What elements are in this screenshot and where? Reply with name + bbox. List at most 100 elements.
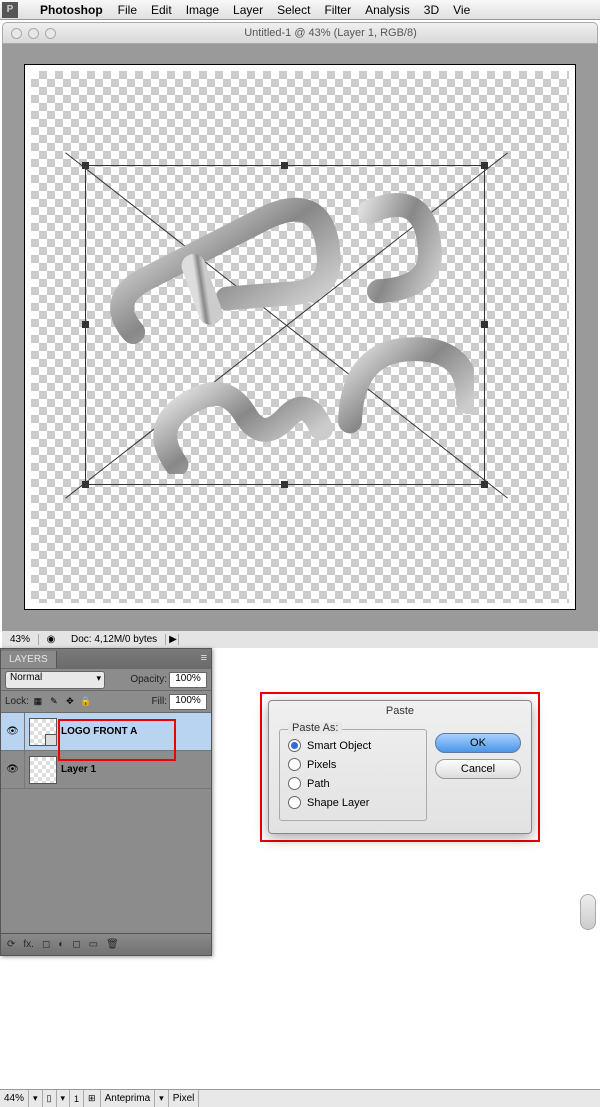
nav-step-left[interactable]: ▾ — [29, 1090, 43, 1107]
opacity-label: Opacity: — [130, 674, 167, 685]
radio-label: Smart Object — [307, 740, 371, 752]
fill-field[interactable]: 100% — [169, 694, 207, 710]
app-name[interactable]: Photoshop — [32, 3, 111, 17]
traffic-lights — [3, 28, 64, 39]
document-title: Untitled-1 @ 43% (Layer 1, RGB/8) — [64, 27, 597, 39]
ok-button[interactable]: OK — [435, 733, 521, 753]
visibility-icon[interactable]: 👁 — [1, 713, 25, 750]
new-layer-icon[interactable]: ▭ — [89, 939, 98, 950]
menubar: P Photoshop File Edit Image Layer Select… — [0, 0, 600, 20]
transform-handle[interactable] — [82, 481, 89, 488]
visibility-icon[interactable]: 👁 — [1, 751, 25, 788]
doc-info[interactable]: Doc: 4,12M/0 bytes — [63, 634, 165, 645]
cancel-button[interactable]: Cancel — [435, 759, 521, 779]
transform-handle[interactable] — [82, 321, 89, 328]
opacity-field[interactable]: 100% — [169, 672, 207, 688]
transform-handle[interactable] — [281, 162, 288, 169]
group-icon[interactable]: ◻ — [72, 939, 80, 950]
panel-footer: ⟳ fx. ◻ ◐ ◻ ▭ 🗑 — [1, 933, 211, 955]
radio-icon[interactable] — [288, 758, 301, 771]
lock-position-icon[interactable]: ✥ — [63, 695, 77, 709]
layer-item[interactable]: 👁 Layer 1 — [1, 751, 211, 789]
scrollbar-thumb[interactable] — [580, 894, 596, 930]
minimize-icon[interactable] — [28, 28, 39, 39]
navigator-status: 44% ▾ ▯ ▾ 1 ⊞ Anteprima ▾ Pixel — [0, 1089, 600, 1107]
photoshop-icon: P — [2, 2, 18, 18]
document-statusbar: 43% ◉ Doc: 4,12M/0 bytes ▶ — [2, 630, 598, 648]
lock-icons: ▦ ✎ ✥ 🔒 — [31, 695, 93, 709]
fill-label: Fill: — [151, 696, 167, 707]
unit-label[interactable]: Pixel — [169, 1090, 200, 1107]
lock-label: Lock: — [5, 696, 29, 707]
transform-handle[interactable] — [481, 162, 488, 169]
flyout-arrow-icon[interactable]: ▶ — [165, 634, 179, 645]
menu-layer[interactable]: Layer — [226, 3, 270, 17]
lock-all-icon[interactable]: 🔒 — [79, 695, 93, 709]
layer-mask-icon[interactable]: ◻ — [42, 939, 50, 950]
link-layers-icon[interactable]: ⟳ — [7, 939, 15, 950]
layer-thumbnail[interactable] — [29, 756, 57, 784]
menu-edit[interactable]: Edit — [144, 3, 179, 17]
radio-icon[interactable] — [288, 796, 301, 809]
layer-item[interactable]: 👁 LOGO FRONT A — [1, 713, 211, 751]
artboard-icon[interactable]: ⊞ — [84, 1090, 101, 1107]
radio-smart-object[interactable]: Smart Object — [288, 736, 418, 755]
close-icon[interactable] — [11, 28, 22, 39]
preview-select[interactable]: Anteprima — [101, 1090, 156, 1107]
page-icon[interactable]: ▯ — [43, 1090, 57, 1107]
annotation-highlight: Paste Paste As: Smart Object Pixels Path — [260, 692, 540, 842]
radio-label: Path — [307, 778, 330, 790]
layers-panel: LAYERS ≡ Normal Opacity: 100% Lock: ▦ ✎ … — [0, 648, 212, 956]
panel-menu-icon[interactable]: ≡ — [201, 652, 207, 664]
tab-layers[interactable]: LAYERS — [1, 651, 57, 668]
transform-handle[interactable] — [481, 321, 488, 328]
adjustment-layer-icon[interactable]: ◐ — [58, 939, 64, 950]
zoom-icon[interactable] — [45, 28, 56, 39]
radio-shape-layer[interactable]: Shape Layer — [288, 793, 418, 812]
delete-layer-icon[interactable]: 🗑 — [106, 939, 119, 950]
nav-step-right[interactable]: ▾ — [57, 1090, 71, 1107]
menu-3d[interactable]: 3D — [417, 3, 446, 17]
layer-list: 👁 LOGO FRONT A 👁 Layer 1 — [1, 713, 211, 933]
fieldset-legend: Paste As: — [288, 722, 342, 734]
blend-mode-select[interactable]: Normal — [5, 671, 105, 689]
zoom-field[interactable]: 44% — [0, 1090, 29, 1107]
lock-row: Lock: ▦ ✎ ✥ 🔒 Fill: 100% — [1, 691, 211, 713]
transform-handle[interactable] — [481, 481, 488, 488]
layer-style-icon[interactable]: fx. — [23, 939, 34, 950]
lock-transparency-icon[interactable]: ▦ — [31, 695, 45, 709]
pasted-artwork — [96, 176, 474, 474]
blend-row: Normal Opacity: 100% — [1, 669, 211, 691]
menu-filter[interactable]: Filter — [317, 3, 358, 17]
radio-icon[interactable] — [288, 739, 301, 752]
zoom-level[interactable]: 43% — [2, 634, 39, 645]
document-titlebar[interactable]: Untitled-1 @ 43% (Layer 1, RGB/8) — [2, 22, 598, 44]
radio-path[interactable]: Path — [288, 774, 418, 793]
free-transform-box[interactable] — [85, 165, 485, 485]
layer-name[interactable]: Layer 1 — [61, 764, 211, 775]
transform-handle[interactable] — [82, 162, 89, 169]
document-window: Untitled-1 @ 43% (Layer 1, RGB/8) — [2, 22, 598, 648]
menu-select[interactable]: Select — [270, 3, 317, 17]
menu-file[interactable]: File — [111, 3, 144, 17]
dialog-buttons: OK Cancel — [435, 729, 521, 821]
dialog-title: Paste — [269, 701, 531, 721]
canvas-area[interactable] — [2, 44, 598, 630]
layer-name[interactable]: LOGO FRONT A — [61, 726, 211, 737]
navigator-icon[interactable]: ◉ — [43, 632, 59, 648]
paste-dialog-wrap: Paste Paste As: Smart Object Pixels Path — [260, 692, 540, 842]
radio-icon[interactable] — [288, 777, 301, 790]
radio-pixels[interactable]: Pixels — [288, 755, 418, 774]
menu-view[interactable]: Vie — [446, 3, 477, 17]
page-num[interactable]: 1 — [70, 1090, 84, 1107]
radio-label: Pixels — [307, 759, 336, 771]
dropdown-arrow-icon[interactable]: ▾ — [155, 1090, 169, 1107]
transform-handle[interactable] — [281, 481, 288, 488]
layer-thumbnail[interactable] — [29, 718, 57, 746]
paste-dialog: Paste Paste As: Smart Object Pixels Path — [268, 700, 532, 834]
lock-pixels-icon[interactable]: ✎ — [47, 695, 61, 709]
menu-analysis[interactable]: Analysis — [358, 3, 417, 17]
menu-image[interactable]: Image — [179, 3, 226, 17]
canvas[interactable] — [24, 64, 576, 610]
panel-tabbar: LAYERS ≡ — [1, 649, 211, 669]
